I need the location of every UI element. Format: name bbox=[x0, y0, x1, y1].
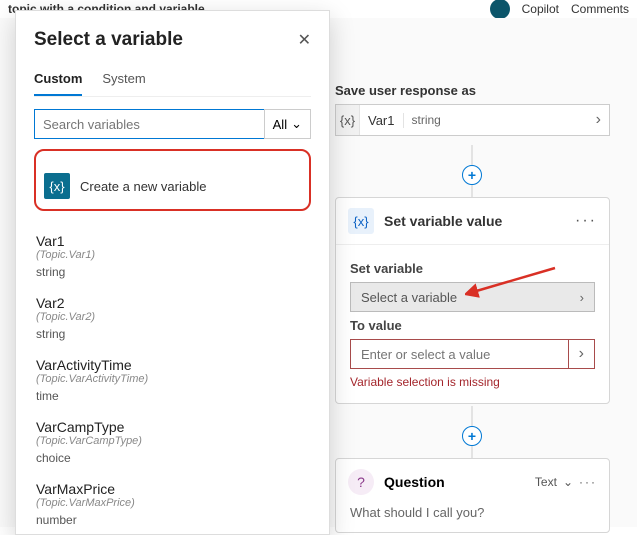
comments-link[interactable]: Comments bbox=[571, 2, 629, 16]
node-menu-button[interactable]: ··· bbox=[579, 475, 597, 489]
chevron-right-icon: › bbox=[580, 290, 584, 305]
close-icon[interactable]: ✕ bbox=[298, 30, 311, 50]
select-variable-dropdown[interactable]: Select a variable › bbox=[350, 282, 595, 312]
set-variable-icon: {x} bbox=[348, 208, 374, 234]
variable-name: VarCampType bbox=[36, 419, 309, 435]
add-node-button[interactable]: + bbox=[462, 165, 482, 185]
variable-ref: (Topic.VarMaxPrice) bbox=[36, 497, 309, 509]
node-title: Question bbox=[384, 474, 445, 490]
to-value-label: To value bbox=[350, 318, 595, 333]
variable-ref: (Topic.VarCampType) bbox=[36, 435, 309, 447]
variable-name: Var1 bbox=[36, 233, 309, 249]
variable-name: Var2 bbox=[36, 295, 309, 311]
avatar[interactable] bbox=[490, 0, 510, 19]
variable-name: VarActivityTime bbox=[36, 357, 309, 373]
response-variable-chip[interactable]: {x} Var1 string › bbox=[335, 104, 610, 136]
variable-type: string bbox=[36, 327, 309, 341]
variable-ref: (Topic.Var2) bbox=[36, 311, 309, 323]
chevron-down-icon[interactable]: ⌄ bbox=[563, 475, 573, 489]
question-icon: ? bbox=[348, 469, 374, 495]
chevron-down-icon: ⌄ bbox=[291, 116, 302, 132]
variable-name: Var1 bbox=[360, 113, 404, 128]
question-type-label: Text bbox=[535, 475, 557, 489]
question-prompt: What should I call you? bbox=[336, 505, 609, 532]
variable-list-item[interactable]: VarActivityTime(Topic.VarActivityTime) ti… bbox=[34, 349, 311, 411]
create-variable-button[interactable]: {x} Create a new variable bbox=[38, 167, 212, 205]
variable-ref: (Topic.VarActivityTime) bbox=[36, 373, 309, 385]
set-variable-node: {x} Set variable value ··· Set variable … bbox=[335, 197, 610, 404]
connector-line bbox=[472, 145, 473, 165]
variable-name: VarMaxPrice bbox=[36, 481, 309, 497]
save-response-block: Save user response as {x} Var1 string › bbox=[335, 83, 610, 136]
variable-type: number bbox=[36, 513, 309, 527]
variable-list: Var1(Topic.Var1) string Var2(Topic.Var2) st… bbox=[34, 225, 311, 534]
tab-custom[interactable]: Custom bbox=[34, 65, 82, 96]
add-node-button[interactable]: + bbox=[462, 426, 482, 446]
variable-ref: (Topic.Var1) bbox=[36, 249, 309, 261]
variable-picker-panel: Select a variable ✕ Custom System All ⌄ … bbox=[15, 10, 330, 535]
tab-system[interactable]: System bbox=[102, 65, 145, 96]
copilot-link[interactable]: Copilot bbox=[522, 2, 559, 16]
node-menu-button[interactable]: ··· bbox=[575, 212, 597, 230]
set-variable-label: Set variable bbox=[350, 261, 595, 276]
question-node: ? Question Text ⌄ ··· What should I call… bbox=[335, 458, 610, 533]
search-input[interactable] bbox=[34, 109, 264, 139]
variable-icon: {x} bbox=[44, 173, 70, 199]
variable-list-item[interactable]: Var1(Topic.Var1) string bbox=[34, 225, 311, 287]
create-variable-label: Create a new variable bbox=[80, 179, 206, 194]
node-title: Set variable value bbox=[384, 213, 502, 229]
save-response-label: Save user response as bbox=[335, 83, 610, 98]
connector-line bbox=[472, 406, 473, 426]
variable-type: time bbox=[36, 389, 309, 403]
variable-type: choice bbox=[36, 451, 309, 465]
variable-type: string bbox=[404, 113, 449, 127]
variable-list-item[interactable]: Var2(Topic.Var2) string bbox=[34, 287, 311, 349]
to-value-input[interactable] bbox=[351, 347, 568, 362]
to-value-input-wrapper: › bbox=[350, 339, 595, 369]
chevron-right-icon[interactable]: › bbox=[568, 340, 594, 368]
variable-list-item[interactable]: VarMaxPrice(Topic.VarMaxPrice) number bbox=[34, 473, 311, 534]
variable-type: string bbox=[36, 265, 309, 279]
variable-list-item[interactable]: VarCampType(Topic.VarCampType) choice bbox=[34, 411, 311, 473]
variable-icon: {x} bbox=[336, 105, 360, 135]
validation-error: Variable selection is missing bbox=[350, 375, 595, 389]
panel-title: Select a variable bbox=[34, 29, 183, 51]
chevron-right-icon: › bbox=[588, 111, 609, 129]
annotation-highlight: {x} Create a new variable bbox=[34, 149, 311, 211]
filter-label: All bbox=[273, 117, 287, 132]
filter-dropdown[interactable]: All ⌄ bbox=[264, 109, 311, 139]
connector-line bbox=[472, 185, 473, 197]
connector-line bbox=[472, 446, 473, 458]
variable-tabs: Custom System bbox=[34, 65, 311, 97]
select-variable-placeholder: Select a variable bbox=[361, 290, 457, 305]
